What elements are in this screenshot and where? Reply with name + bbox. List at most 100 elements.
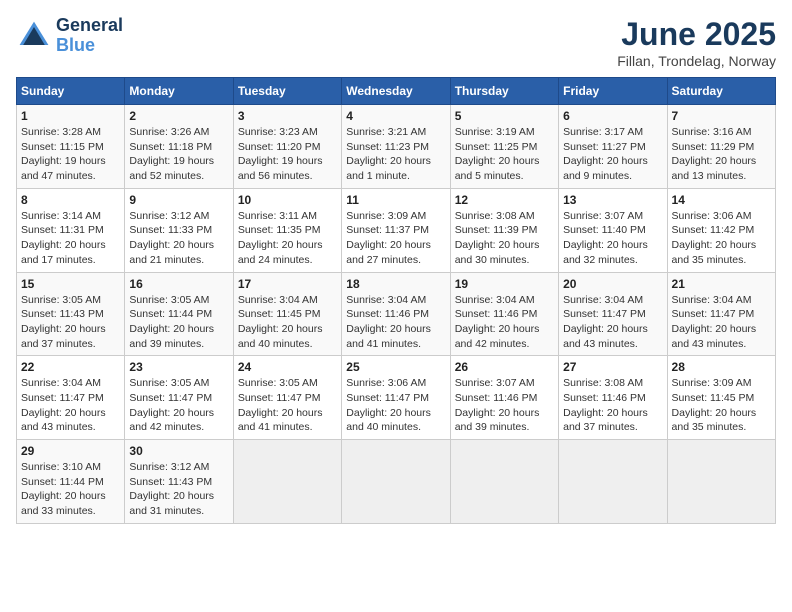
logo-text: General Blue (56, 16, 123, 56)
calendar-cell (559, 440, 667, 524)
day-number: 2 (129, 109, 228, 123)
day-info: Sunrise: 3:16 AM Sunset: 11:29 PM Daylig… (672, 125, 771, 184)
day-number: 22 (21, 360, 120, 374)
day-number: 18 (346, 277, 445, 291)
calendar-week-row: 1 Sunrise: 3:28 AM Sunset: 11:15 PM Dayli… (17, 105, 776, 189)
calendar-cell: 27 Sunrise: 3:08 AM Sunset: 11:46 PM Dayl… (559, 356, 667, 440)
day-info: Sunrise: 3:09 AM Sunset: 11:45 PM Daylig… (672, 376, 771, 435)
calendar-cell: 18 Sunrise: 3:04 AM Sunset: 11:46 PM Dayl… (342, 272, 450, 356)
day-info: Sunrise: 3:04 AM Sunset: 11:45 PM Daylig… (238, 293, 337, 352)
day-number: 5 (455, 109, 554, 123)
calendar-cell (342, 440, 450, 524)
day-number: 28 (672, 360, 771, 374)
calendar-cell: 13Sunrise: 3:07 AM Sunset: 11:40 PM Dayl… (559, 188, 667, 272)
calendar-cell: 22 Sunrise: 3:04 AM Sunset: 11:47 PM Dayl… (17, 356, 125, 440)
calendar-cell (233, 440, 341, 524)
calendar-cell: 17Sunrise: 3:04 AM Sunset: 11:45 PM Dayl… (233, 272, 341, 356)
day-number: 20 (563, 277, 662, 291)
calendar-title: June 2025 (617, 16, 776, 53)
page-header: General Blue June 2025 Fillan, Trondelag… (16, 16, 776, 69)
day-number: 9 (129, 193, 228, 207)
day-info: Sunrise: 3:04 AM Sunset: 11:47 PM Daylig… (672, 293, 771, 352)
calendar-cell: 24 Sunrise: 3:05 AM Sunset: 11:47 PM Dayl… (233, 356, 341, 440)
day-number: 25 (346, 360, 445, 374)
day-number: 21 (672, 277, 771, 291)
title-block: June 2025 Fillan, Trondelag, Norway (617, 16, 776, 69)
calendar-subtitle: Fillan, Trondelag, Norway (617, 53, 776, 69)
calendar-cell: 3 Sunrise: 3:23 AM Sunset: 11:20 PM Dayli… (233, 105, 341, 189)
day-info: Sunrise: 3:12 AM Sunset: 11:43 PM Daylig… (129, 460, 228, 519)
calendar-cell: 29 Sunrise: 3:10 AM Sunset: 11:44 PM Dayl… (17, 440, 125, 524)
day-info: Sunrise: 3:08 AM Sunset: 11:46 PM Daylig… (563, 376, 662, 435)
calendar-cell: 9 Sunrise: 3:12 AM Sunset: 11:33 PM Dayli… (125, 188, 233, 272)
calendar-table: SundayMondayTuesdayWednesdayThursdayFrid… (16, 77, 776, 524)
day-info: Sunrise: 3:08 AM Sunset: 11:39 PM Daylig… (455, 209, 554, 268)
calendar-cell: 11Sunrise: 3:09 AM Sunset: 11:37 PM Dayl… (342, 188, 450, 272)
day-number: 23 (129, 360, 228, 374)
day-info: Sunrise: 3:04 AM Sunset: 11:47 PM Daylig… (21, 376, 120, 435)
day-info: Sunrise: 3:05 AM Sunset: 11:47 PM Daylig… (129, 376, 228, 435)
day-info: Sunrise: 3:12 AM Sunset: 11:33 PM Daylig… (129, 209, 228, 268)
calendar-week-row: 15Sunrise: 3:05 AM Sunset: 11:43 PM Dayl… (17, 272, 776, 356)
day-number: 7 (672, 109, 771, 123)
day-info: Sunrise: 3:05 AM Sunset: 11:47 PM Daylig… (238, 376, 337, 435)
day-number: 10 (238, 193, 337, 207)
day-number: 1 (21, 109, 120, 123)
calendar-cell (450, 440, 558, 524)
calendar-cell: 16 Sunrise: 3:05 AM Sunset: 11:44 PM Dayl… (125, 272, 233, 356)
logo: General Blue (16, 16, 123, 56)
calendar-week-row: 29 Sunrise: 3:10 AM Sunset: 11:44 PM Dayl… (17, 440, 776, 524)
day-header-friday: Friday (559, 78, 667, 105)
calendar-cell: 8Sunrise: 3:14 AM Sunset: 11:31 PM Dayli… (17, 188, 125, 272)
calendar-cell: 14Sunrise: 3:06 AM Sunset: 11:42 PM Dayl… (667, 188, 775, 272)
day-info: Sunrise: 3:04 AM Sunset: 11:47 PM Daylig… (563, 293, 662, 352)
calendar-cell: 15Sunrise: 3:05 AM Sunset: 11:43 PM Dayl… (17, 272, 125, 356)
calendar-cell (667, 440, 775, 524)
day-info: Sunrise: 3:04 AM Sunset: 11:46 PM Daylig… (346, 293, 445, 352)
day-info: Sunrise: 3:04 AM Sunset: 11:46 PM Daylig… (455, 293, 554, 352)
day-info: Sunrise: 3:26 AM Sunset: 11:18 PM Daylig… (129, 125, 228, 184)
calendar-week-row: 8Sunrise: 3:14 AM Sunset: 11:31 PM Dayli… (17, 188, 776, 272)
calendar-cell: 21 Sunrise: 3:04 AM Sunset: 11:47 PM Dayl… (667, 272, 775, 356)
day-info: Sunrise: 3:10 AM Sunset: 11:44 PM Daylig… (21, 460, 120, 519)
day-header-wednesday: Wednesday (342, 78, 450, 105)
day-info: Sunrise: 3:23 AM Sunset: 11:20 PM Daylig… (238, 125, 337, 184)
logo-icon (16, 18, 52, 54)
day-number: 12 (455, 193, 554, 207)
calendar-cell: 12 Sunrise: 3:08 AM Sunset: 11:39 PM Dayl… (450, 188, 558, 272)
day-info: Sunrise: 3:14 AM Sunset: 11:31 PM Daylig… (21, 209, 120, 268)
calendar-header-row: SundayMondayTuesdayWednesdayThursdayFrid… (17, 78, 776, 105)
calendar-cell: 19 Sunrise: 3:04 AM Sunset: 11:46 PM Dayl… (450, 272, 558, 356)
day-number: 19 (455, 277, 554, 291)
day-number: 15 (21, 277, 120, 291)
calendar-cell: 28 Sunrise: 3:09 AM Sunset: 11:45 PM Dayl… (667, 356, 775, 440)
day-info: Sunrise: 3:05 AM Sunset: 11:44 PM Daylig… (129, 293, 228, 352)
day-info: Sunrise: 3:17 AM Sunset: 11:27 PM Daylig… (563, 125, 662, 184)
day-number: 24 (238, 360, 337, 374)
day-header-monday: Monday (125, 78, 233, 105)
calendar-cell: 23 Sunrise: 3:05 AM Sunset: 11:47 PM Dayl… (125, 356, 233, 440)
day-number: 4 (346, 109, 445, 123)
calendar-cell: 10 Sunrise: 3:11 AM Sunset: 11:35 PM Dayl… (233, 188, 341, 272)
day-number: 16 (129, 277, 228, 291)
day-number: 27 (563, 360, 662, 374)
day-header-sunday: Sunday (17, 78, 125, 105)
day-number: 3 (238, 109, 337, 123)
calendar-cell: 4 Sunrise: 3:21 AM Sunset: 11:23 PM Dayli… (342, 105, 450, 189)
day-header-saturday: Saturday (667, 78, 775, 105)
calendar-cell: 25 Sunrise: 3:06 AM Sunset: 11:47 PM Dayl… (342, 356, 450, 440)
calendar-cell: 26Sunrise: 3:07 AM Sunset: 11:46 PM Dayl… (450, 356, 558, 440)
logo-line2: Blue (56, 36, 123, 56)
day-info: Sunrise: 3:11 AM Sunset: 11:35 PM Daylig… (238, 209, 337, 268)
day-number: 29 (21, 444, 120, 458)
day-info: Sunrise: 3:07 AM Sunset: 11:40 PM Daylig… (563, 209, 662, 268)
calendar-cell: 20 Sunrise: 3:04 AM Sunset: 11:47 PM Dayl… (559, 272, 667, 356)
calendar-cell: 6Sunrise: 3:17 AM Sunset: 11:27 PM Dayli… (559, 105, 667, 189)
calendar-cell: 5 Sunrise: 3:19 AM Sunset: 11:25 PM Dayli… (450, 105, 558, 189)
calendar-cell: 30Sunrise: 3:12 AM Sunset: 11:43 PM Dayl… (125, 440, 233, 524)
day-info: Sunrise: 3:28 AM Sunset: 11:15 PM Daylig… (21, 125, 120, 184)
day-info: Sunrise: 3:06 AM Sunset: 11:47 PM Daylig… (346, 376, 445, 435)
day-info: Sunrise: 3:21 AM Sunset: 11:23 PM Daylig… (346, 125, 445, 184)
day-header-tuesday: Tuesday (233, 78, 341, 105)
day-info: Sunrise: 3:19 AM Sunset: 11:25 PM Daylig… (455, 125, 554, 184)
